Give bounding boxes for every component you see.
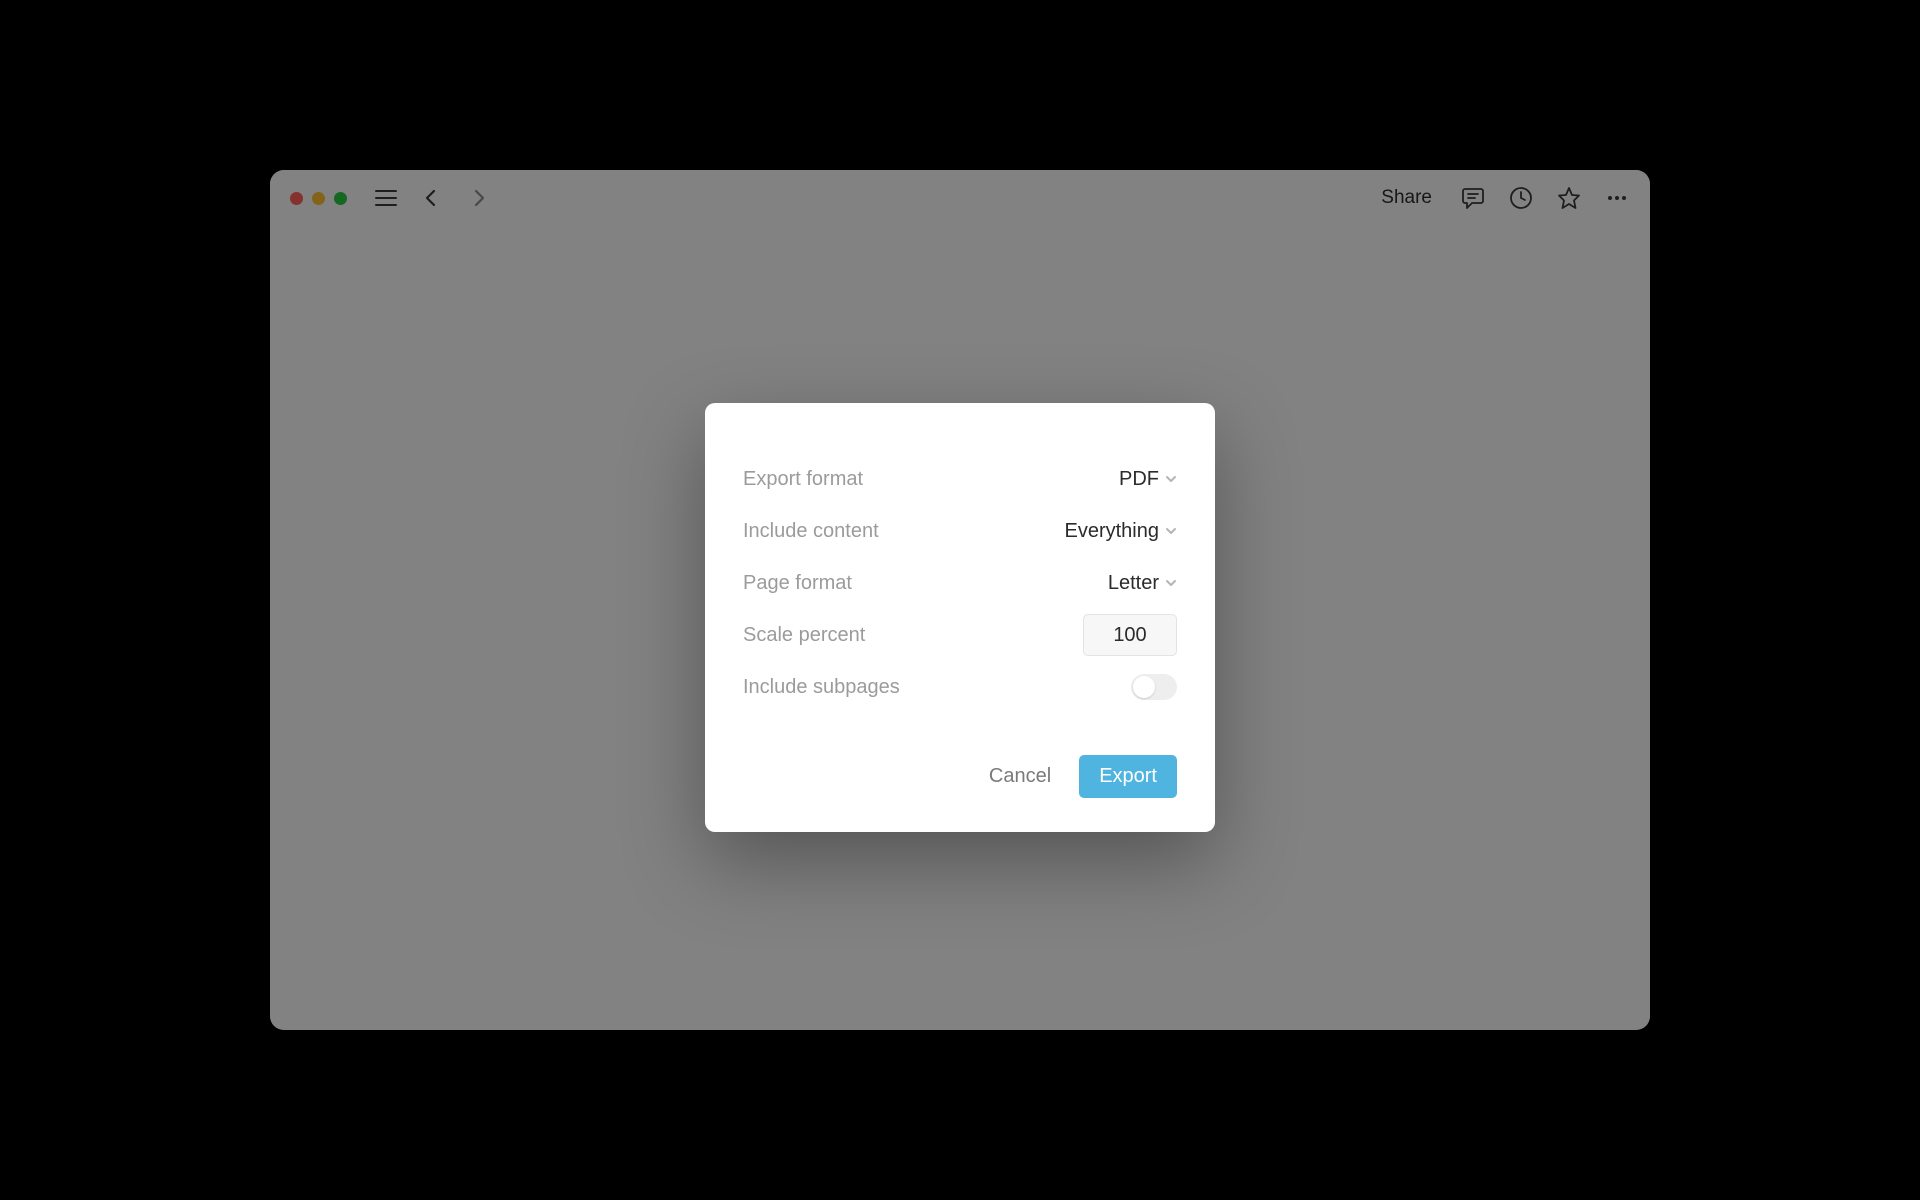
cancel-button[interactable]: Cancel xyxy=(989,765,1051,788)
row-include-subpages: Include subpages xyxy=(743,661,1177,713)
export-dialog: Export format PDF Include content Everyt… xyxy=(705,403,1215,832)
include-content-select[interactable]: Everything xyxy=(1065,520,1178,543)
scale-percent-input[interactable] xyxy=(1083,614,1177,656)
export-format-select[interactable]: PDF xyxy=(1119,468,1177,491)
chevron-down-icon xyxy=(1165,577,1177,589)
page-format-select[interactable]: Letter xyxy=(1108,572,1177,595)
scale-percent-label: Scale percent xyxy=(743,624,865,647)
row-scale-percent: Scale percent xyxy=(743,609,1177,661)
row-include-content: Include content Everything xyxy=(743,505,1177,557)
export-format-label: Export format xyxy=(743,468,863,491)
row-page-format: Page format Letter xyxy=(743,557,1177,609)
include-content-value: Everything xyxy=(1065,520,1160,543)
include-subpages-label: Include subpages xyxy=(743,676,900,699)
dialog-footer: Cancel Export xyxy=(743,755,1177,798)
export-format-value: PDF xyxy=(1119,468,1159,491)
toggle-knob xyxy=(1133,676,1155,698)
app-window: Share xyxy=(270,170,1650,1030)
chevron-down-icon xyxy=(1165,473,1177,485)
page-format-value: Letter xyxy=(1108,572,1159,595)
include-content-label: Include content xyxy=(743,520,879,543)
row-export-format: Export format PDF xyxy=(743,453,1177,505)
include-subpages-toggle[interactable] xyxy=(1131,674,1177,700)
chevron-down-icon xyxy=(1165,525,1177,537)
export-button[interactable]: Export xyxy=(1079,755,1177,798)
page-format-label: Page format xyxy=(743,572,852,595)
